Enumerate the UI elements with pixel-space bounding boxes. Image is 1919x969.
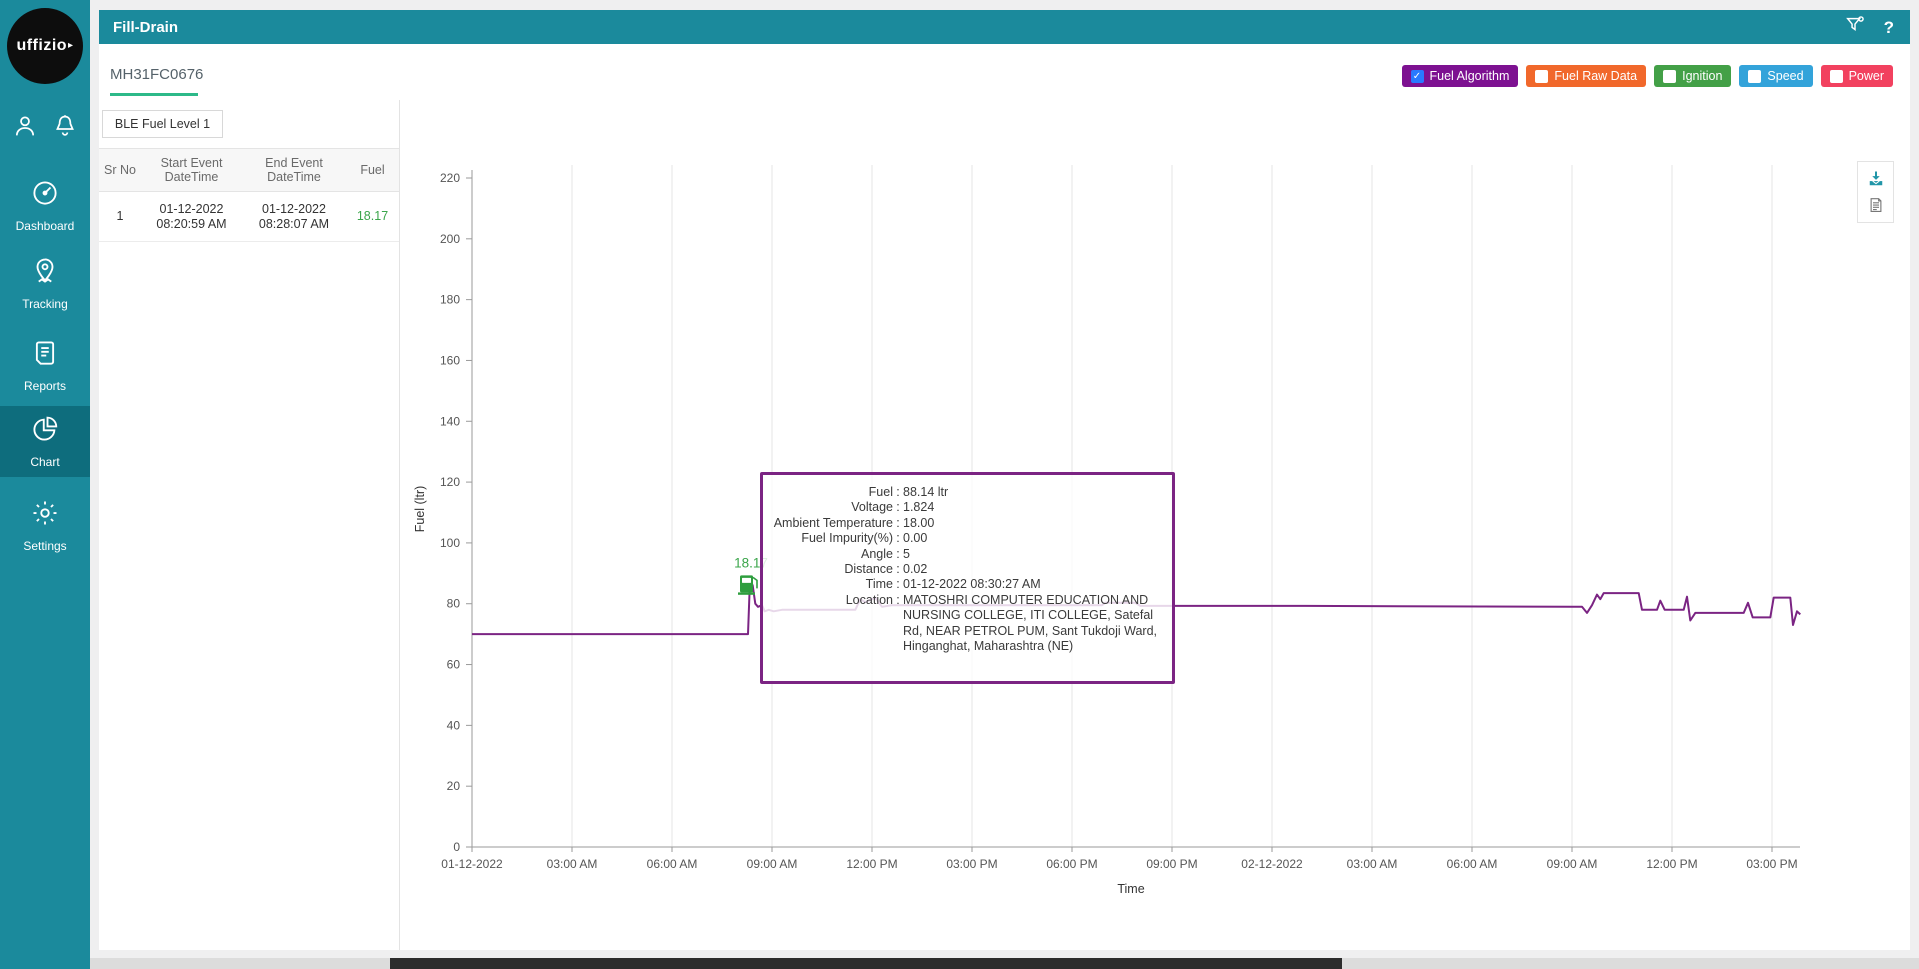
legend-fuel-raw-data[interactable]: Fuel Raw Data — [1526, 65, 1646, 87]
tab-vehicle[interactable]: MH31FC0676 — [110, 66, 203, 83]
checkbox-checked-icon[interactable] — [1411, 70, 1424, 83]
tooltip-separator: : — [893, 485, 903, 500]
page-header: Fill-Drain ? — [99, 10, 1910, 44]
chart-icon — [30, 414, 60, 449]
bell-icon[interactable] — [51, 112, 79, 140]
tooltip-value: 88.14 ltr — [903, 485, 1158, 500]
col-header-sr-no: Sr No — [99, 163, 141, 177]
series-legend: Fuel Algorithm Fuel Raw Data Ignition Sp… — [1402, 65, 1894, 87]
tooltip-label: Fuel Impurity(%) — [763, 531, 893, 546]
chart-tooltip: Fuel:88.14 ltr Voltage:1.824 Ambient Tem… — [760, 472, 1175, 684]
table-row[interactable]: 1 01-12-2022 08:20:59 AM 01-12-2022 08:2… — [99, 192, 399, 242]
sidebar-item-label: Settings — [23, 539, 66, 553]
tooltip-label: Ambient Temperature — [763, 516, 893, 531]
tooltip-separator: : — [893, 577, 903, 592]
sidebar-item-dashboard[interactable]: Dashboard — [0, 170, 90, 240]
tooltip-label: Distance — [763, 562, 893, 577]
sidebar-item-chart[interactable]: Chart — [0, 406, 90, 477]
checkbox-unchecked-icon[interactable] — [1830, 70, 1843, 83]
legend-speed[interactable]: Speed — [1739, 65, 1812, 87]
tooltip-separator: : — [893, 547, 903, 562]
table-header-row: Sr No Start Event DateTime End Event Dat… — [99, 148, 399, 192]
reports-icon — [30, 338, 60, 373]
legend-power[interactable]: Power — [1821, 65, 1893, 87]
tooltip-separator: : — [893, 516, 903, 531]
chart-toolbar — [1857, 161, 1894, 223]
fill-drain-table: Sr No Start Event DateTime End Event Dat… — [99, 148, 399, 242]
brand-logo[interactable]: uffizio — [7, 8, 83, 84]
tooltip-value: 0.02 — [903, 562, 1158, 577]
col-header-end: End Event DateTime — [242, 156, 346, 185]
tooltip-label: Fuel — [763, 485, 893, 500]
tooltip-label: Voltage — [763, 500, 893, 515]
filter-icon[interactable] — [1844, 14, 1866, 41]
sidebar-item-label: Dashboard — [16, 219, 75, 233]
tooltip-separator: : — [893, 531, 903, 546]
panel-divider — [399, 100, 400, 950]
help-icon[interactable]: ? — [1884, 19, 1894, 36]
cell-fuel: 18.17 — [346, 209, 399, 224]
dashboard-icon — [30, 178, 60, 213]
checkbox-unchecked-icon[interactable] — [1663, 70, 1676, 83]
tooltip-value: 18.00 — [903, 516, 1158, 531]
settings-icon — [30, 498, 60, 533]
tooltip-value: 01-12-2022 08:30:27 AM — [903, 577, 1158, 592]
tooltip-separator: : — [893, 500, 903, 515]
legend-ignition[interactable]: Ignition — [1654, 65, 1731, 87]
legend-label: Power — [1849, 69, 1884, 83]
tooltip-label: Location — [763, 593, 893, 655]
tab-active-underline — [110, 93, 198, 96]
sidebar-item-label: Chart — [30, 455, 59, 469]
report-list-icon[interactable] — [1867, 195, 1885, 215]
col-header-fuel: Fuel — [346, 163, 399, 177]
sidebar: uffizio Dashboard — [0, 0, 90, 969]
sidebar-item-settings[interactable]: Settings — [0, 490, 90, 560]
fill-drain-page: uffizio Dashboard — [0, 0, 1919, 969]
legend-label: Fuel Algorithm — [1430, 69, 1510, 83]
tracking-icon — [30, 256, 60, 291]
tooltip-value: 1.824 — [903, 500, 1158, 515]
tooltip-label: Angle — [763, 547, 893, 562]
tooltip-value: MATOSHRI COMPUTER EDUCATION AND NURSING … — [903, 593, 1158, 655]
col-header-start: Start Event DateTime — [141, 156, 242, 185]
checkbox-unchecked-icon[interactable] — [1535, 70, 1548, 83]
brand-name: uffizio — [16, 37, 73, 55]
sidebar-item-label: Tracking — [22, 297, 68, 311]
legend-label: Speed — [1767, 69, 1803, 83]
horizontal-scrollbar-thumb[interactable] — [390, 958, 1342, 969]
tooltip-separator: : — [893, 562, 903, 577]
legend-label: Ignition — [1682, 69, 1722, 83]
cell-end-datetime: 01-12-2022 08:28:07 AM — [242, 202, 346, 232]
cell-sr-no: 1 — [99, 209, 141, 224]
sidebar-item-tracking[interactable]: Tracking — [0, 248, 90, 318]
sidebar-item-reports[interactable]: Reports — [0, 330, 90, 400]
user-icon[interactable] — [11, 112, 39, 140]
download-icon[interactable] — [1866, 169, 1886, 189]
tab-ble-fuel-level[interactable]: BLE Fuel Level 1 — [102, 110, 223, 138]
tooltip-label: Time — [763, 577, 893, 592]
tooltip-separator: : — [893, 593, 903, 655]
checkbox-unchecked-icon[interactable] — [1748, 70, 1761, 83]
page-title: Fill-Drain — [99, 19, 178, 36]
cell-start-datetime: 01-12-2022 08:20:59 AM — [141, 202, 242, 232]
sidebar-item-label: Reports — [24, 379, 66, 393]
legend-fuel-algorithm[interactable]: Fuel Algorithm — [1402, 65, 1519, 87]
legend-label: Fuel Raw Data — [1554, 69, 1637, 83]
tooltip-value: 0.00 — [903, 531, 1158, 546]
tooltip-value: 5 — [903, 547, 1158, 562]
